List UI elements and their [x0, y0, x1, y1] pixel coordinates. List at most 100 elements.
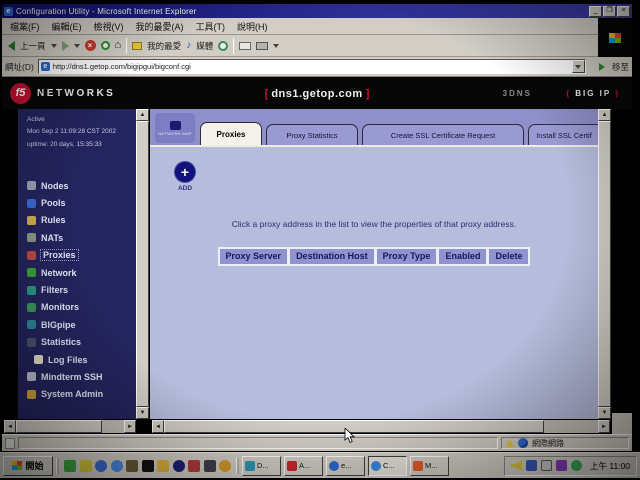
sidebar-item-pools[interactable]: Pools [18, 194, 136, 211]
url-dropdown-button[interactable] [572, 60, 585, 73]
display-icon[interactable] [541, 460, 552, 471]
back-button[interactable]: 上一頁 [20, 40, 46, 52]
home-icon[interactable]: ⌂ [115, 40, 122, 51]
go-button[interactable]: 移至 [599, 61, 629, 73]
volume-icon[interactable] [511, 460, 522, 471]
favorites-icon[interactable] [132, 42, 142, 50]
url-input[interactable] [53, 62, 563, 71]
scroll-down-icon[interactable]: ▼ [136, 407, 149, 419]
tray-icon-2[interactable] [526, 460, 537, 471]
media-icon[interactable]: ♪ [186, 40, 191, 51]
print-icon[interactable] [256, 42, 268, 50]
main-vertical-scrollbar[interactable]: ▲ ▼ [598, 109, 611, 419]
sidebar-item-proxies[interactable]: Proxies [18, 247, 136, 264]
refresh-icon[interactable] [101, 41, 110, 50]
start-button[interactable]: 開始 [3, 456, 53, 476]
sidebar-horizontal-scrollbar[interactable]: ◄ ► [4, 420, 136, 433]
scroll-left-icon[interactable]: ◄ [4, 420, 16, 433]
quicklaunch-icon-5[interactable] [126, 460, 138, 472]
scroll-thumb[interactable] [16, 420, 102, 433]
quicklaunch-icon-2[interactable] [80, 460, 92, 472]
tray-icon-4[interactable] [556, 460, 567, 471]
menu-bar: 檔案(F) 編輯(E) 檢視(V) 我的最愛(A) 工具(T) 說明(H) [2, 18, 598, 35]
tab-proxies[interactable]: Proxies [200, 122, 262, 145]
sidebar-item-log-files[interactable]: Log Files [18, 351, 136, 368]
network-map-button[interactable]: NETWORK MAP [155, 113, 195, 143]
scroll-thumb[interactable] [598, 121, 611, 407]
screen: e Configuration Utility - Microsoft Inte… [0, 0, 640, 480]
quicklaunch-icon-3[interactable] [95, 460, 107, 472]
toolbar: 上一頁 × ⌂ 我的最愛 ♪ 媒體 [2, 35, 598, 57]
menu-edit[interactable]: 編輯(E) [52, 20, 82, 33]
mail-icon[interactable] [239, 42, 251, 50]
status-datetime: Mon Sep 2 11:09:28 CST 2002 [27, 126, 136, 138]
monitors-icon [27, 303, 36, 312]
scroll-up-icon[interactable]: ▲ [598, 109, 611, 121]
task-icon [371, 461, 381, 471]
tab-create-ssl-certificate-request[interactable]: Create SSL Certificate Request [362, 124, 524, 145]
tray-icon-5[interactable] [571, 460, 582, 471]
status-state: Active [27, 114, 136, 126]
quicklaunch-icon-9[interactable] [188, 460, 200, 472]
document-icon [5, 438, 15, 449]
tab-install-ssl-certificate[interactable]: Install SSL Certif [528, 124, 600, 145]
stop-icon[interactable]: × [85, 40, 96, 51]
sidebar-item-nodes[interactable]: Nodes [18, 177, 136, 194]
media-button[interactable]: 媒體 [196, 40, 213, 52]
ie-window-icon: e [4, 7, 13, 16]
nodes-icon [27, 181, 36, 190]
quicklaunch-icon-1[interactable] [64, 460, 76, 472]
history-icon[interactable] [218, 41, 228, 51]
restore-button[interactable]: ❐ [603, 6, 616, 17]
tab-proxy-statistics[interactable]: Proxy Statistics [266, 124, 358, 145]
sidebar-item-bigpipe[interactable]: BIGpipe [18, 316, 136, 333]
sidebar-item-mindterm-ssh[interactable]: Mindterm SSH [18, 368, 136, 385]
task-window-button-2[interactable]: A... [284, 456, 323, 476]
scroll-down-icon[interactable]: ▼ [598, 407, 611, 419]
menu-view[interactable]: 檢視(V) [94, 20, 124, 33]
quicklaunch-icon-4[interactable] [111, 460, 123, 472]
quicklaunch-icon-11[interactable] [219, 460, 231, 472]
sidebar-item-network[interactable]: Network [18, 264, 136, 281]
menu-help[interactable]: 說明(H) [237, 20, 268, 33]
menu-tools[interactable]: 工具(T) [196, 20, 226, 33]
close-button[interactable]: × [617, 6, 630, 17]
scroll-up-icon[interactable]: ▲ [136, 109, 149, 121]
favorites-button[interactable]: 我的最愛 [147, 40, 181, 52]
quicklaunch-icon-6[interactable] [142, 460, 154, 472]
sidebar-item-filters[interactable]: Filters [18, 281, 136, 298]
page-icon: e [41, 62, 50, 71]
quicklaunch-icon-10[interactable] [204, 460, 216, 472]
back-icon[interactable] [8, 41, 15, 51]
minimize-button[interactable]: _ [589, 6, 602, 17]
forward-dropdown-icon[interactable] [74, 44, 80, 51]
edit-dropdown-icon[interactable] [273, 44, 279, 51]
scroll-right-icon[interactable]: ► [124, 420, 136, 433]
taskbar-clock[interactable]: 上午 11:00 [590, 460, 630, 472]
quicklaunch-icon-8[interactable] [173, 460, 185, 472]
forward-icon[interactable] [62, 41, 69, 51]
scroll-thumb[interactable] [136, 121, 149, 407]
task-window-button-1[interactable]: D... [242, 456, 281, 476]
task-window-button-3[interactable]: e... [326, 456, 365, 476]
device-status: Active Mon Sep 2 11:09:28 CST 2002 uptim… [18, 109, 136, 151]
sidebar-vertical-scrollbar[interactable]: ▲ ▼ [136, 109, 149, 419]
back-dropdown-icon[interactable] [51, 44, 57, 51]
sidebar-item-system-admin[interactable]: System Admin [18, 386, 136, 403]
quicklaunch-icon-7[interactable] [157, 460, 169, 472]
scroll-left-icon[interactable]: ◄ [152, 420, 164, 433]
menu-file[interactable]: 檔案(F) [10, 20, 40, 33]
nats-icon [27, 233, 36, 242]
sidebar-item-nats[interactable]: NATs [18, 229, 136, 246]
main-horizontal-scrollbar[interactable]: ◄ ► [152, 420, 610, 433]
task-window-button-4[interactable]: C... [368, 456, 407, 476]
sidebar-item-statistics[interactable]: Statistics [18, 334, 136, 351]
windows-flag-icon [609, 33, 621, 43]
add-proxy-button[interactable]: + ADD [172, 161, 198, 192]
task-window-button-5[interactable]: M... [410, 456, 449, 476]
log-files-icon [34, 355, 43, 364]
sidebar-item-monitors[interactable]: Monitors [18, 299, 136, 316]
menu-favorites[interactable]: 我的最愛(A) [136, 20, 184, 33]
scroll-right-icon[interactable]: ► [598, 420, 610, 433]
sidebar-item-rules[interactable]: Rules [18, 212, 136, 229]
